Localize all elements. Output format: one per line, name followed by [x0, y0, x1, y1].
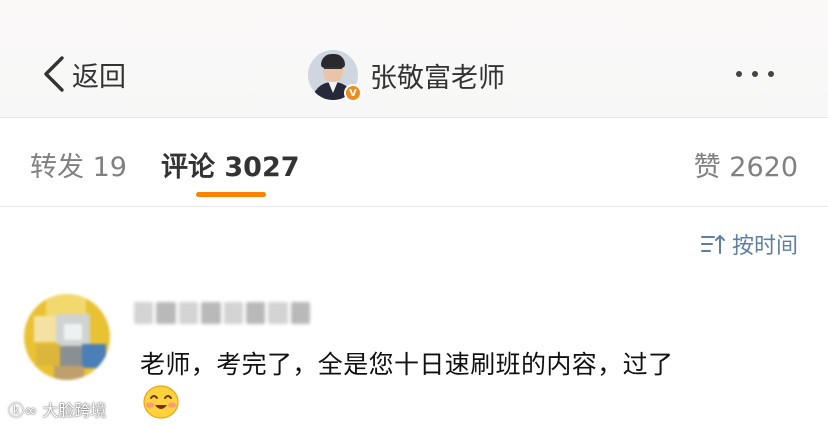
verified-badge-icon: V	[344, 84, 362, 102]
commenter-avatar[interactable]	[24, 294, 110, 380]
back-button[interactable]: 返回	[40, 52, 126, 96]
sort-by-time-button[interactable]: 按时间	[700, 228, 798, 260]
more-dots-icon	[768, 71, 774, 77]
back-label: 返回	[72, 61, 126, 93]
author-name[interactable]: 张敬富老师	[370, 56, 505, 95]
commenter-name[interactable]	[134, 302, 310, 324]
tab-repost[interactable]: 转发 19	[30, 145, 127, 184]
more-dots-icon	[752, 71, 758, 77]
watermark: ⓚ∞ 大脸跨境	[8, 397, 106, 421]
avatar[interactable]: V	[308, 50, 362, 102]
tab-comment[interactable]: 评论 3027	[161, 145, 300, 184]
active-tab-indicator	[196, 192, 266, 197]
sort-time-icon	[700, 234, 725, 254]
chevron-left-icon	[44, 56, 64, 92]
interaction-tabs: 转发 19 评论 3027 赞 2620	[0, 119, 828, 207]
tab-like[interactable]: 赞 2620	[694, 145, 798, 184]
smile-blush-emoji-icon	[143, 385, 179, 419]
comment-text: 老师，考完了，全是您十日速刷班的内容，过了	[140, 350, 674, 379]
watermark-text: 大脸跨境	[42, 401, 107, 420]
sort-label: 按时间	[731, 234, 798, 259]
more-options-button[interactable]	[736, 62, 774, 86]
profile-link[interactable]: V 张敬富老师	[308, 46, 505, 104]
comment-item: 老师，考完了，全是您十日速刷班的内容，过了 ⓚ∞ 大脸跨境	[0, 288, 828, 427]
more-dots-icon	[736, 71, 742, 77]
watermark-logo-icon: ⓚ∞	[8, 401, 43, 420]
top-navigation-bar: 返回 V 张敬富老师	[0, 0, 828, 118]
